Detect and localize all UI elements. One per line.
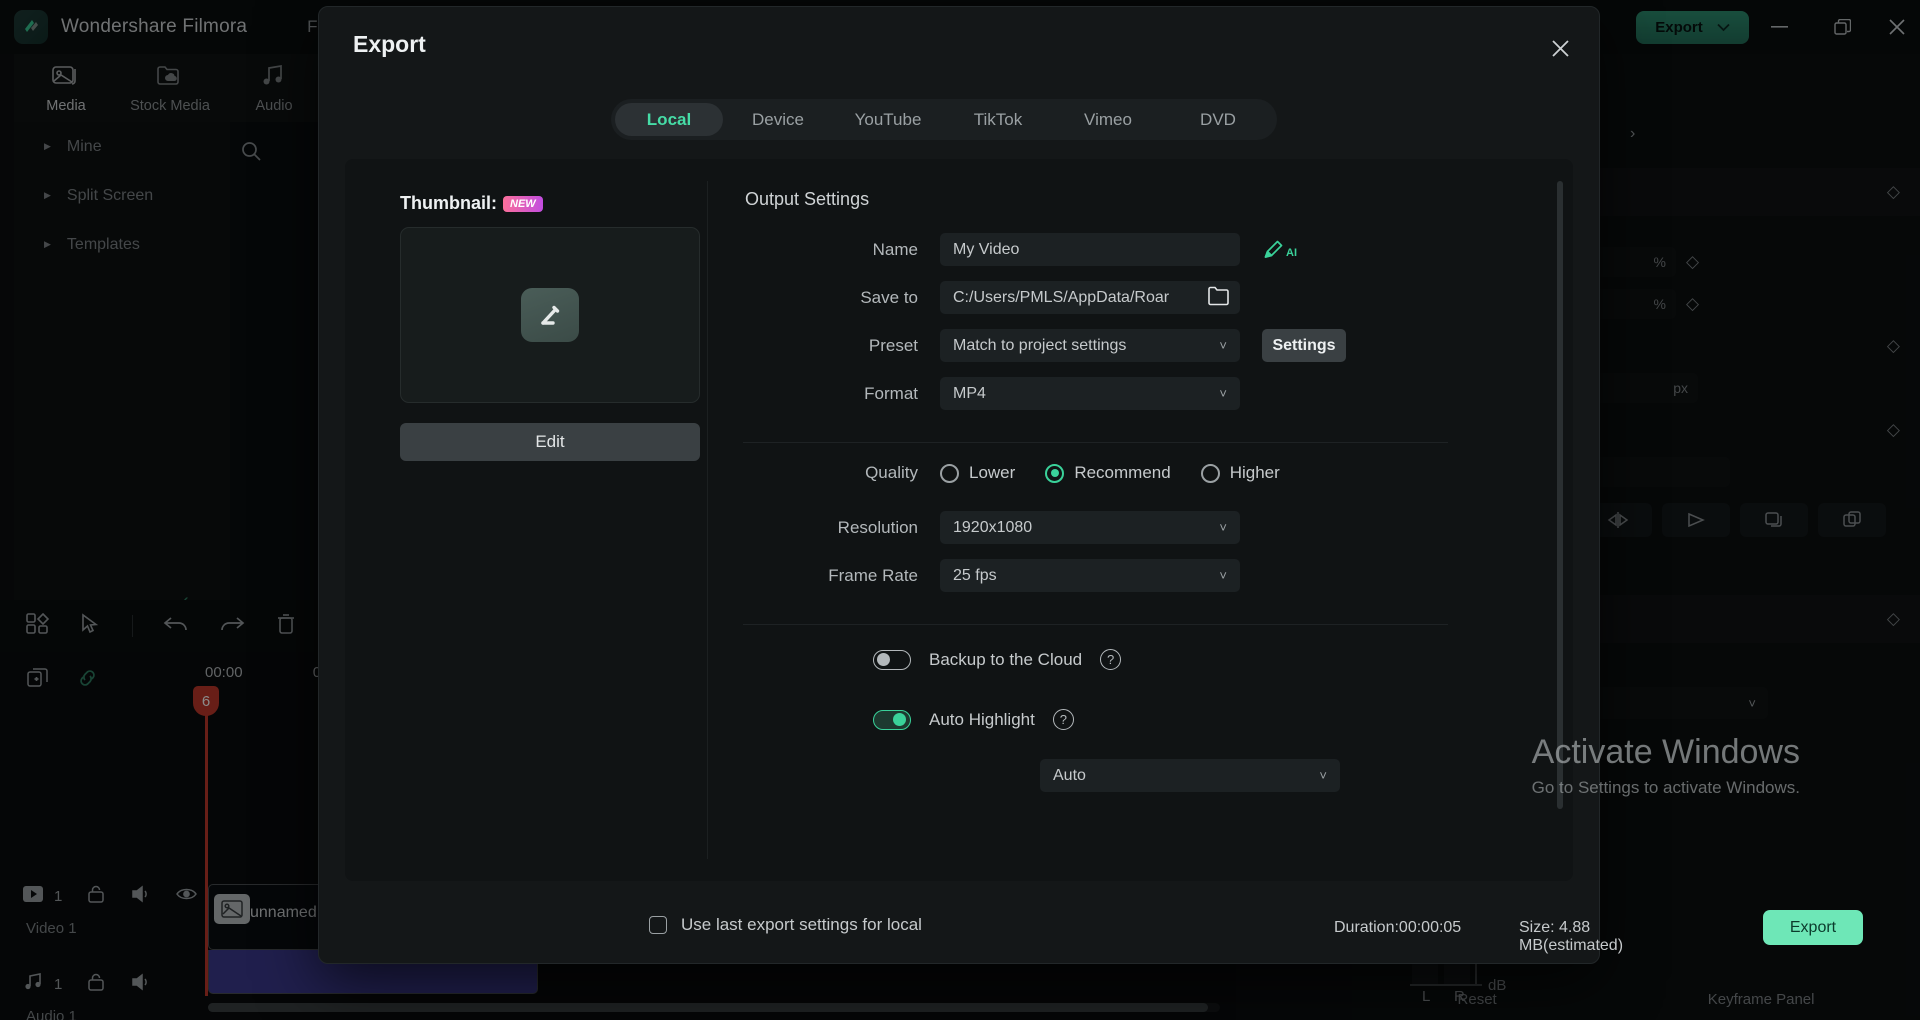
resolution-value: 1920x1080 <box>953 518 1033 536</box>
quality-higher-label: Higher <box>1229 463 1280 482</box>
settings-scrollbar[interactable] <box>1557 181 1563 809</box>
tab-vimeo-label: Vimeo <box>1084 110 1132 129</box>
tab-dvd[interactable]: DVD <box>1163 103 1273 136</box>
edit-button-label: Edit <box>535 432 565 451</box>
resolution-select[interactable]: 1920x1080 ˅ <box>940 511 1240 544</box>
tab-local-label: Local <box>646 110 692 129</box>
use-last-settings-row[interactable]: Use last export settings for local <box>649 915 922 935</box>
frame-rate-row: Frame Rate 25 fps ˅ <box>745 559 1240 592</box>
auto-highlight-mode-select[interactable]: Auto ˅ <box>1040 759 1340 792</box>
backup-label: Backup to the Cloud <box>929 649 1083 669</box>
auto-highlight-mode-row: Auto ˅ <box>1040 759 1340 792</box>
dialog-title: Export <box>353 31 426 57</box>
edit-pencil-icon <box>521 288 579 342</box>
backup-toggle[interactable] <box>873 649 911 670</box>
format-label: Format <box>864 383 918 403</box>
auto-highlight-row: Auto Highlight ? <box>873 709 1074 730</box>
resolution-row: Resolution 1920x1080 ˅ <box>745 511 1240 544</box>
name-row: Name My Video AI <box>745 233 1297 266</box>
format-row: Format MP4 ˅ <box>745 377 1240 410</box>
tab-local[interactable]: Local <box>615 103 723 136</box>
preset-value: Match to project settings <box>953 336 1127 354</box>
quality-row: Quality Lower Recommend Higher <box>745 463 1280 483</box>
chevron-down-icon: ˅ <box>1219 338 1227 353</box>
quality-recommend-label: Recommend <box>1074 463 1171 482</box>
duration-text: Duration:00:00:05 <box>1334 919 1462 936</box>
radio-unchecked-icon <box>1200 463 1220 483</box>
export-settings-panel: Thumbnail: NEW Edit Output Settings Name … <box>345 159 1573 881</box>
folder-browse-icon[interactable] <box>1207 285 1230 311</box>
preset-row: Preset Match to project settings ˅ Setti… <box>745 329 1346 362</box>
use-last-settings-label: Use last export settings for local <box>681 915 922 934</box>
section-divider-2 <box>743 624 1448 625</box>
backup-to-cloud-row: Backup to the Cloud ? <box>873 649 1122 670</box>
name-label: Name <box>872 239 918 259</box>
checkbox-unchecked-icon[interactable] <box>649 916 667 934</box>
quality-option-recommend[interactable]: Recommend <box>1045 463 1171 483</box>
thumbnail-preview[interactable] <box>400 227 700 403</box>
chevron-down-icon: ˅ <box>1219 568 1227 583</box>
new-badge: NEW <box>503 196 543 212</box>
quality-label: Quality <box>865 463 918 482</box>
name-input[interactable]: My Video <box>940 233 1240 266</box>
save-to-row: Save to C:/Users/PMLS/AppData/Roar <box>745 281 1240 314</box>
tab-tiktok[interactable]: TikTok <box>943 103 1053 136</box>
section-divider-1 <box>743 442 1448 443</box>
format-value: MP4 <box>953 384 986 402</box>
help-icon[interactable]: ? <box>1100 649 1122 670</box>
frame-rate-value: 25 fps <box>953 566 997 584</box>
format-select[interactable]: MP4 ˅ <box>940 377 1240 410</box>
quality-lower-label: Lower <box>969 463 1016 482</box>
quality-radio-group: Lower Recommend Higher <box>940 463 1280 483</box>
tab-device[interactable]: Device <box>723 103 833 136</box>
tab-dvd-label: DVD <box>1200 110 1236 129</box>
ai-label: AI <box>1286 247 1297 259</box>
tab-tiktok-label: TikTok <box>973 110 1023 129</box>
radio-unchecked-icon <box>940 463 959 483</box>
chevron-down-icon: ˅ <box>1219 386 1227 401</box>
auto-highlight-mode-value: Auto <box>1053 766 1086 784</box>
tab-vimeo[interactable]: Vimeo <box>1053 103 1163 136</box>
preset-label: Preset <box>868 335 918 355</box>
screen: Wondershare Filmora File Export <box>0 0 1920 1020</box>
thumbnail-label-text: Thumbnail: <box>400 193 497 213</box>
export-confirm-button[interactable]: Export <box>1763 910 1863 945</box>
resolution-label: Resolution <box>837 517 918 537</box>
output-settings-title: Output Settings <box>745 189 870 209</box>
save-to-label: Save to <box>860 287 918 307</box>
tab-device-label: Device <box>752 110 804 129</box>
tab-youtube-label: YouTube <box>854 110 922 129</box>
auto-highlight-label: Auto Highlight <box>929 709 1035 729</box>
quality-option-higher[interactable]: Higher <box>1200 463 1280 483</box>
chevron-down-icon: ˅ <box>1319 768 1327 783</box>
thumbnail-section-label: Thumbnail: NEW <box>400 193 543 214</box>
tab-youtube[interactable]: YouTube <box>833 103 943 136</box>
export-destination-tabs: Local Device YouTube TikTok Vimeo DVD <box>611 99 1277 140</box>
frame-rate-label: Frame Rate <box>828 565 918 585</box>
ai-name-icon[interactable]: AI <box>1262 238 1297 261</box>
radio-checked-icon <box>1045 463 1065 483</box>
auto-highlight-toggle[interactable] <box>873 709 911 730</box>
save-to-value: C:/Users/PMLS/AppData/Roar <box>953 288 1170 306</box>
frame-rate-select[interactable]: 25 fps ˅ <box>940 559 1240 592</box>
export-confirm-label: Export <box>1789 918 1837 936</box>
quality-option-lower[interactable]: Lower <box>940 463 1015 483</box>
help-icon[interactable]: ? <box>1052 709 1074 730</box>
close-icon[interactable] <box>1541 29 1579 67</box>
export-dialog: Export Local Device YouTube TikTok Vimeo… <box>318 6 1863 964</box>
size-text: Size: 4.88 MB(estimated) <box>1519 919 1624 954</box>
edit-thumbnail-button[interactable]: Edit <box>400 423 700 461</box>
name-value: My Video <box>953 240 1020 258</box>
settings-button-label: Settings <box>1272 336 1336 354</box>
chevron-down-icon: ˅ <box>1219 520 1227 535</box>
preset-select[interactable]: Match to project settings ˅ <box>940 329 1240 362</box>
save-to-input[interactable]: C:/Users/PMLS/AppData/Roar <box>940 281 1240 314</box>
preset-settings-button[interactable]: Settings <box>1262 329 1346 362</box>
panel-divider <box>707 181 708 859</box>
